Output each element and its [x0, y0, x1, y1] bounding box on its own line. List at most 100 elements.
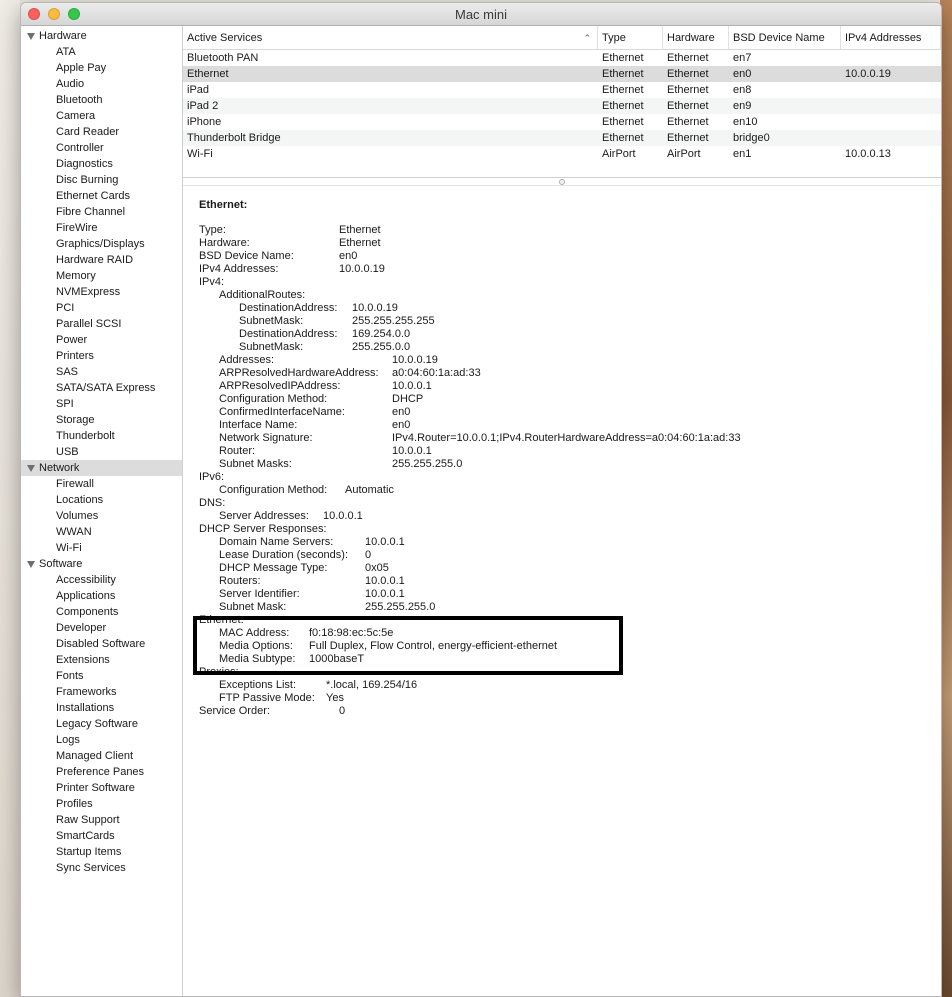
close-window-icon[interactable] [28, 8, 40, 20]
disclosure-triangle-icon[interactable] [27, 560, 35, 568]
sidebar-item[interactable]: Components [21, 604, 182, 620]
detail-title: Ethernet: [199, 199, 248, 211]
table-cell: Ethernet [667, 52, 709, 64]
detail-row: Domain Name Servers: 10.0.0.1 [199, 536, 925, 549]
table-row[interactable]: iPad Ethernet Ethernet en8 [183, 82, 941, 98]
sidebar-item[interactable]: Hardware RAID [21, 252, 182, 268]
sidebar-item[interactable]: Disabled Software [21, 636, 182, 652]
column-header[interactable]: IPv4 Addresses [841, 26, 941, 49]
zoom-window-icon[interactable] [68, 8, 80, 20]
sidebar-item[interactable]: Accessibility [21, 572, 182, 588]
table-row[interactable]: iPad 2 Ethernet Ethernet en9 [183, 98, 941, 114]
sidebar-item[interactable]: Volumes [21, 508, 182, 524]
sidebar-item[interactable]: Installations [21, 700, 182, 716]
table-row[interactable]: iPhone Ethernet Ethernet en10 [183, 114, 941, 130]
table-row[interactable]: Bluetooth PAN Ethernet Ethernet en7 [183, 50, 941, 66]
detail-row: Lease Duration (seconds): 0 [199, 549, 925, 562]
pane-splitter[interactable] [183, 178, 941, 186]
sidebar-item[interactable]: Diagnostics [21, 156, 182, 172]
column-header[interactable]: Hardware [663, 26, 729, 49]
table-cell: 10.0.0.19 [845, 68, 891, 80]
sidebar-item[interactable]: Power [21, 332, 182, 348]
sidebar-item[interactable]: SPI [21, 396, 182, 412]
sidebar-group-network[interactable]: Network [21, 460, 182, 476]
sidebar-item[interactable]: Extensions [21, 652, 182, 668]
detail-value: 0x05 [365, 562, 389, 574]
sidebar-item[interactable]: Ethernet Cards [21, 188, 182, 204]
sidebar-item[interactable]: SmartCards [21, 828, 182, 844]
sidebar-item[interactable]: Wi-Fi [21, 540, 182, 556]
sidebar-item[interactable]: FireWire [21, 220, 182, 236]
sidebar-item[interactable]: Legacy Software [21, 716, 182, 732]
sidebar-item[interactable]: WWAN [21, 524, 182, 540]
sidebar-item[interactable]: SATA/SATA Express [21, 380, 182, 396]
table-row[interactable]: Thunderbolt Bridge Ethernet Ethernet bridge… [183, 130, 941, 146]
column-header[interactable]: Type [598, 26, 663, 49]
sidebar-item[interactable]: Managed Client [21, 748, 182, 764]
sidebar-item[interactable]: Fonts [21, 668, 182, 684]
table-cell: Ethernet [602, 116, 644, 128]
sidebar-item[interactable]: Parallel SCSI [21, 316, 182, 332]
table-row[interactable]: Wi-Fi AirPort AirPort en1 10.0.0.13 [183, 146, 941, 162]
sidebar-item[interactable]: PCI [21, 300, 182, 316]
table-cell [841, 114, 941, 130]
desktop-background-left [0, 0, 20, 997]
detail-value: 255.255.0.0 [352, 341, 411, 353]
detail-key: Routers: [219, 575, 261, 587]
column-header[interactable]: Active Services ⌃ [183, 26, 598, 49]
sidebar-item[interactable]: Memory [21, 268, 182, 284]
disclosure-triangle-icon[interactable] [27, 32, 35, 40]
table-cell [841, 98, 941, 114]
table-row[interactable]: Ethernet Ethernet Ethernet en0 10.0.0.19 [183, 66, 941, 82]
sidebar-item[interactable]: Logs [21, 732, 182, 748]
sidebar-item[interactable]: Profiles [21, 796, 182, 812]
sidebar-item[interactable]: Applications [21, 588, 182, 604]
table-cell [841, 82, 941, 98]
sidebar-item[interactable]: Printers [21, 348, 182, 364]
title-bar[interactable]: Mac mini [21, 3, 941, 26]
disclosure-triangle-icon[interactable] [27, 464, 35, 472]
sidebar-item[interactable]: Frameworks [21, 684, 182, 700]
sidebar-item[interactable]: Startup Items [21, 844, 182, 860]
sidebar-item[interactable]: ATA [21, 44, 182, 60]
table-cell: en0 [733, 68, 752, 80]
detail-value: Automatic [345, 484, 394, 496]
detail-key: Interface Name: [219, 419, 298, 431]
sidebar-item[interactable]: Audio [21, 76, 182, 92]
detail-value: Ethernet [339, 237, 381, 249]
sidebar-item[interactable]: Camera [21, 108, 182, 124]
splitter-handle-icon[interactable] [559, 179, 565, 185]
sidebar-item[interactable]: Developer [21, 620, 182, 636]
detail-row: Server Identifier: 10.0.0.1 [199, 588, 925, 601]
detail-value: 10.0.0.19 [352, 302, 398, 314]
sidebar-item[interactable]: SAS [21, 364, 182, 380]
sidebar-item[interactable]: Preference Panes [21, 764, 182, 780]
column-header[interactable]: BSD Device Name [729, 26, 841, 49]
sidebar-item[interactable]: Sync Services [21, 860, 182, 876]
sidebar-item[interactable]: Graphics/Displays [21, 236, 182, 252]
detail-value: 10.0.0.19 [339, 263, 385, 275]
sidebar-item[interactable]: Apple Pay [21, 60, 182, 76]
sidebar-group-hardware[interactable]: Hardware [21, 28, 182, 44]
sidebar-item[interactable]: Printer Software [21, 780, 182, 796]
detail-key: IPv4 Addresses: [199, 263, 279, 275]
sidebar-item[interactable]: Thunderbolt [21, 428, 182, 444]
sidebar-item[interactable]: Locations [21, 492, 182, 508]
detail-value: 0 [365, 549, 372, 561]
sidebar-item[interactable]: Bluetooth [21, 92, 182, 108]
sidebar-item[interactable]: Disc Burning [21, 172, 182, 188]
sidebar-item[interactable]: Raw Support [21, 812, 182, 828]
sidebar-item[interactable]: Controller [21, 140, 182, 156]
sidebar-item[interactable]: NVMExpress [21, 284, 182, 300]
minimize-window-icon[interactable] [48, 8, 60, 20]
detail-key: Subnet Mask: [219, 601, 287, 613]
sidebar-group-software[interactable]: Software [21, 556, 182, 572]
sidebar-item[interactable]: Fibre Channel [21, 204, 182, 220]
sidebar-item[interactable]: Storage [21, 412, 182, 428]
sidebar-item[interactable]: Card Reader [21, 124, 182, 140]
sidebar: Hardware ATA Apple Pay Audio Bluetooth Camera… [21, 26, 183, 996]
detail-row: Network Signature: IPv4.Router=10.0.0.1;I… [199, 432, 925, 445]
detail-value: 169.254.0.0 [352, 328, 411, 340]
sidebar-item[interactable]: Firewall [21, 476, 182, 492]
sidebar-item[interactable]: USB [21, 444, 182, 460]
